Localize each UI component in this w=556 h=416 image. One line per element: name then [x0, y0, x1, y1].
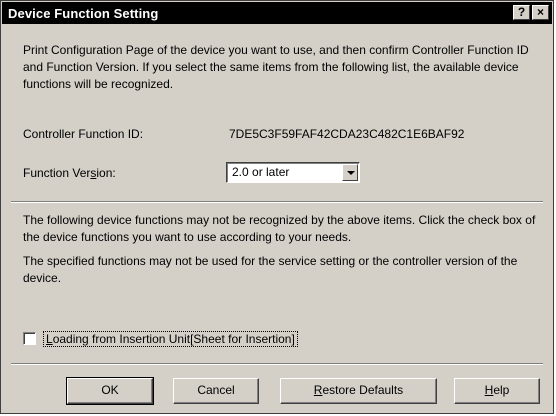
function-version-label-pre: Function Ver: [23, 166, 91, 180]
function-version-label: Function Version:: [23, 166, 116, 180]
cancel-button[interactable]: Cancel: [173, 378, 259, 404]
help-icon[interactable]: ?: [513, 5, 530, 20]
chevron-down-icon[interactable]: [342, 164, 358, 181]
insertion-unit-checkbox[interactable]: [23, 332, 36, 345]
intro-text: Print Configuration Page of the device y…: [23, 43, 529, 91]
function-version-label-post: ion:: [96, 166, 116, 180]
close-icon[interactable]: ×: [532, 5, 549, 20]
insertion-unit-label-rest: oading from Insertion Unit[Sheet for Ins…: [52, 332, 295, 346]
note-text-1: The following device functions may not b…: [23, 213, 536, 244]
title-bar[interactable]: Device Function Setting ? ×: [2, 2, 552, 24]
restore-label-rest: estore Defaults: [322, 383, 404, 397]
dialog-title: Device Function Setting: [8, 6, 159, 21]
function-version-selected-value: 2.0 or later: [232, 165, 290, 179]
separator: [11, 201, 543, 203]
controller-function-id-value: 7DE5C3F59FAF42CDA23C482C1E6BAF92: [229, 127, 465, 141]
function-version-select[interactable]: 2.0 or later: [226, 162, 360, 183]
controller-function-id-label: Controller Function ID:: [23, 127, 144, 141]
help-button[interactable]: Help: [454, 378, 540, 404]
restore-defaults-button[interactable]: Restore Defaults: [280, 378, 437, 404]
help-label-rest: elp: [493, 383, 510, 397]
separator: [11, 363, 543, 365]
device-function-setting-dialog: Device Function Setting ? × Print Config…: [0, 0, 554, 414]
ok-button[interactable]: OK: [66, 377, 154, 405]
insertion-unit-accel: L: [46, 332, 53, 346]
insertion-unit-checkbox-label[interactable]: Loading from Insertion Unit[Sheet for In…: [43, 331, 298, 347]
note-text-2: The specified functions may not be used …: [23, 254, 518, 285]
